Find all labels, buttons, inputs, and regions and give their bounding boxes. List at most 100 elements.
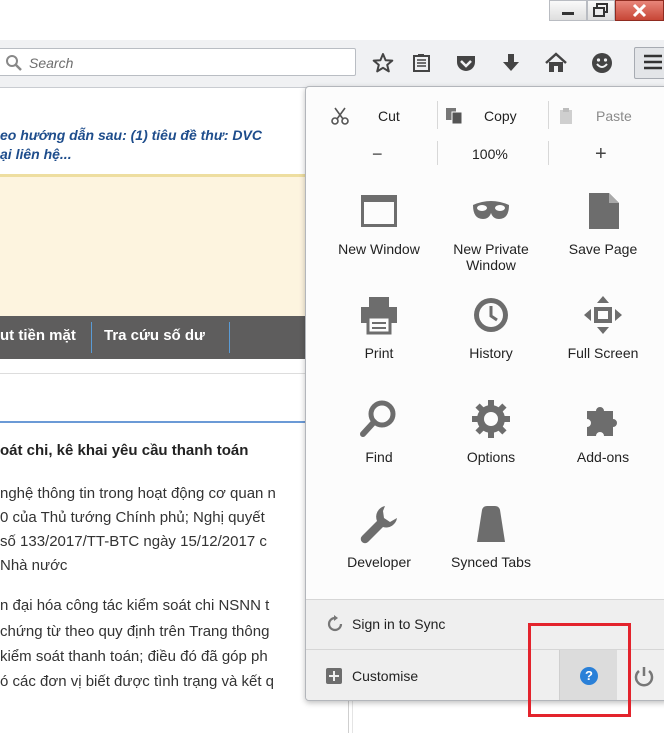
restore-icon [593,3,608,17]
scissors-icon [331,107,349,125]
nav-link-balance[interactable]: Tra cứu số dư [104,327,205,344]
highlight-annotation-box [528,623,631,717]
notice-line: eo hướng dẫn sau: (1) tiêu đề thư: DVC [0,127,262,143]
puzzle-icon [587,407,617,436]
new-window-label: New Window [338,241,420,257]
close-icon [632,3,647,18]
developer-label: Developer [347,554,411,570]
plus-icon [326,668,342,684]
notice-line: ại liên hệ... [0,146,72,162]
zoom-controls: − 100% + [306,135,664,173]
minimize-button[interactable] [549,0,587,21]
find-button[interactable]: Find [323,399,435,499]
pocket-button[interactable] [453,50,479,76]
search-box[interactable] [0,48,356,76]
gear-icon [472,400,510,438]
sync-icon [327,615,343,632]
divider [437,141,438,165]
bookmarks-list-icon [413,54,430,72]
save-page-label: Save Page [568,241,638,257]
sign-in-label: Sign in to Sync [352,616,446,632]
divider [548,141,549,165]
paragraph-line: Nhà nước [0,557,68,574]
add-ons-button[interactable]: Add-ons [547,399,659,499]
feedback-button[interactable] [589,50,615,76]
customise-button[interactable]: Customise [306,650,559,700]
open-menu-button[interactable] [634,47,664,79]
fullscreen-arrows-icon [584,296,622,334]
divider [548,101,549,129]
download-arrow-icon [503,54,519,71]
paste-label: Paste [596,108,632,124]
window-titlebar [0,0,664,30]
new-private-window-button[interactable]: New Private Window [435,191,547,291]
full-screen-button[interactable]: Full Screen [547,295,659,395]
copy-icon [446,108,463,125]
search-input[interactable] [27,52,351,74]
star-icon [372,53,394,73]
nav-link-cash[interactable]: ut tiền mặt [0,327,76,344]
reading-list-button[interactable] [408,50,434,76]
synced-tabs-icon [477,506,505,542]
edit-controls: Cut Copy Paste [306,97,664,135]
history-button[interactable]: History [435,295,547,395]
notice-text: eo hướng dẫn sau: (1) tiêu đề thư: DVC ạ… [0,126,262,164]
cut-button[interactable]: Cut [330,97,400,135]
save-page-icon [589,193,619,229]
paragraph-line: chứng từ theo quy định trên Trang thông [0,623,270,640]
clipboard-icon [560,108,572,124]
zoom-in-button[interactable]: + [595,135,607,173]
printer-icon [361,297,397,335]
paragraph-line: n đại hóa công tác kiểm soát chi NSNN t [0,597,270,614]
downloads-button[interactable] [498,50,524,76]
find-label: Find [365,449,393,465]
developer-button[interactable]: Developer [323,504,435,604]
add-ons-label: Add-ons [576,449,630,465]
synced-tabs-button[interactable]: Synced Tabs [435,504,547,604]
paragraph-line: ó các đơn vị biết được tình trạng và kết… [0,673,275,690]
customise-label: Customise [352,668,419,684]
zoom-out-button[interactable]: − [372,135,383,173]
navigation-toolbar [0,40,664,88]
new-window-button[interactable]: New Window [323,191,435,291]
divider [437,101,438,129]
paragraph-line: số 133/2017/TT-BTC ngày 15/12/2017 c [0,533,267,550]
clock-icon [474,298,508,332]
smiley-icon [592,53,612,73]
print-label: Print [364,345,394,361]
bookmark-star-button[interactable] [370,50,396,76]
options-label: Options [466,449,516,465]
home-icon [545,52,567,72]
copy-label: Copy [484,108,517,124]
paragraph-line: nghệ thông tin trong hoạt động cơ quan n [0,485,276,502]
options-button[interactable]: Options [435,399,547,499]
magnifier-icon [360,400,396,437]
cut-label: Cut [378,108,400,124]
search-icon [6,55,22,71]
print-button[interactable]: Print [323,295,435,395]
divider [0,421,310,423]
hamburger-icon [644,54,662,70]
new-window-icon [361,195,397,227]
paste-button[interactable]: Paste [556,97,632,135]
paragraph-line: 0 của Thủ tướng Chính phủ; Nghị quyết [0,509,265,526]
close-window-button[interactable] [615,0,664,21]
highlight-panel [0,174,310,316]
wrench-icon [360,506,397,544]
paragraph-line: kiểm soát thanh toán; điều đó đã góp ph [0,648,268,665]
restore-button[interactable] [587,0,615,21]
private-mask-icon [473,201,509,219]
power-icon [634,667,654,687]
new-private-window-label: New Private Window [453,241,529,273]
pocket-icon [457,56,475,71]
synced-tabs-label: Synced Tabs [451,554,531,570]
copy-button[interactable]: Copy [444,97,517,135]
minimize-icon [562,12,574,15]
zoom-reset-button[interactable]: 100% [472,135,508,173]
full-screen-label: Full Screen [567,345,639,361]
save-page-button[interactable]: Save Page [547,191,659,291]
divider [0,373,310,374]
article-heading: oát chi, kê khai yêu cầu thanh toán [0,442,249,459]
home-button[interactable] [543,50,569,76]
history-label: History [469,345,513,361]
